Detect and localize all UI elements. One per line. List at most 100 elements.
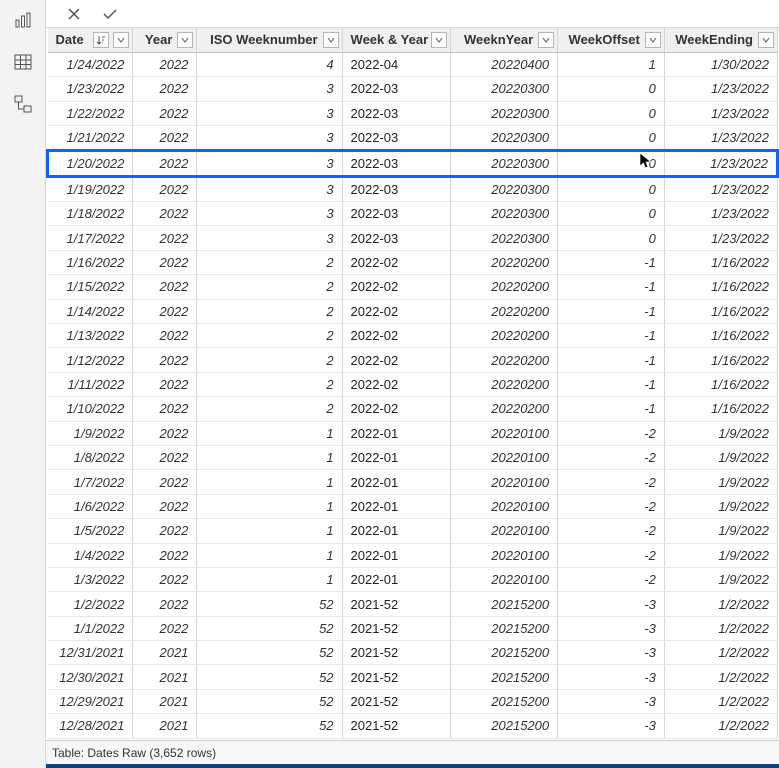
table-row[interactable]: 12/30/20212021522021-5220215200-31/2/202…: [48, 665, 778, 689]
cell-off[interactable]: 0: [558, 151, 665, 177]
column-filter-button[interactable]: [113, 32, 129, 48]
cell-year[interactable]: 2022: [133, 397, 197, 421]
cell-we[interactable]: 1/9/2022: [664, 543, 777, 567]
cell-date[interactable]: 12/28/2021: [48, 714, 133, 738]
cell-we[interactable]: 1/16/2022: [664, 348, 777, 372]
cell-date[interactable]: 1/5/2022: [48, 519, 133, 543]
cell-wny[interactable]: 20215200: [451, 616, 558, 640]
cell-date[interactable]: 12/29/2021: [48, 689, 133, 713]
cell-year[interactable]: 2022: [133, 226, 197, 250]
cell-wy[interactable]: 2021-52: [342, 641, 451, 665]
cell-off[interactable]: -1: [558, 275, 665, 299]
table-row[interactable]: 1/17/2022202232022-032022030001/23/2022: [48, 226, 778, 250]
cell-wy[interactable]: 2021-52: [342, 616, 451, 640]
cell-year[interactable]: 2022: [133, 202, 197, 226]
cell-wy[interactable]: 2022-02: [342, 324, 451, 348]
cell-off[interactable]: -2: [558, 543, 665, 567]
column-filter-button[interactable]: [177, 32, 193, 48]
cell-iso[interactable]: 3: [197, 202, 342, 226]
cell-off[interactable]: 0: [558, 177, 665, 202]
cell-off[interactable]: 1: [558, 52, 665, 76]
cell-we[interactable]: 1/23/2022: [664, 177, 777, 202]
cell-year[interactable]: 2021: [133, 665, 197, 689]
cell-wy[interactable]: 2022-03: [342, 177, 451, 202]
cell-wy[interactable]: 2022-01: [342, 543, 451, 567]
column-header-off[interactable]: WeekOffset: [558, 28, 665, 52]
cell-wy[interactable]: 2022-02: [342, 348, 451, 372]
cell-year[interactable]: 2022: [133, 126, 197, 151]
cell-we[interactable]: 1/16/2022: [664, 372, 777, 396]
cell-date[interactable]: 12/31/2021: [48, 641, 133, 665]
cell-wny[interactable]: 20220400: [451, 52, 558, 76]
cell-wy[interactable]: 2022-03: [342, 77, 451, 101]
cell-wny[interactable]: 20220100: [451, 470, 558, 494]
cell-year[interactable]: 2021: [133, 641, 197, 665]
cell-wy[interactable]: 2022-03: [342, 101, 451, 125]
cell-date[interactable]: 1/6/2022: [48, 494, 133, 518]
cell-off[interactable]: -2: [558, 519, 665, 543]
cell-date[interactable]: 1/14/2022: [48, 299, 133, 323]
table-row[interactable]: 1/6/2022202212022-0120220100-21/9/2022: [48, 494, 778, 518]
cell-wny[interactable]: 20215200: [451, 641, 558, 665]
cell-we[interactable]: 1/9/2022: [664, 421, 777, 445]
cell-year[interactable]: 2022: [133, 494, 197, 518]
cell-date[interactable]: 1/23/2022: [48, 77, 133, 101]
cell-wny[interactable]: 20220100: [451, 494, 558, 518]
cell-wy[interactable]: 2022-03: [342, 151, 451, 177]
cell-date[interactable]: 1/20/2022: [48, 151, 133, 177]
table-row[interactable]: 1/24/2022202242022-042022040011/30/2022: [48, 52, 778, 76]
cell-wny[interactable]: 20215200: [451, 714, 558, 738]
cell-year[interactable]: 2022: [133, 421, 197, 445]
column-header-wy[interactable]: Week & Year: [342, 28, 451, 52]
cell-wy[interactable]: 2021-52: [342, 592, 451, 616]
cell-year[interactable]: 2022: [133, 567, 197, 591]
cell-date[interactable]: 1/16/2022: [48, 250, 133, 274]
column-header-wny[interactable]: WeeknYear: [451, 28, 558, 52]
cell-wy[interactable]: 2022-02: [342, 299, 451, 323]
cell-off[interactable]: -1: [558, 250, 665, 274]
cell-wny[interactable]: 20215200: [451, 592, 558, 616]
cell-wy[interactable]: 2022-03: [342, 126, 451, 151]
cell-iso[interactable]: 1: [197, 470, 342, 494]
table-row[interactable]: 1/1/20222022522021-5220215200-31/2/2022: [48, 616, 778, 640]
cell-iso[interactable]: 52: [197, 665, 342, 689]
cell-year[interactable]: 2022: [133, 592, 197, 616]
cell-we[interactable]: 1/2/2022: [664, 616, 777, 640]
cell-year[interactable]: 2021: [133, 714, 197, 738]
table-row[interactable]: 1/16/2022202222022-0220220200-11/16/2022: [48, 250, 778, 274]
cell-year[interactable]: 2022: [133, 101, 197, 125]
cell-year[interactable]: 2022: [133, 372, 197, 396]
cell-iso[interactable]: 3: [197, 226, 342, 250]
column-filter-button[interactable]: [323, 32, 339, 48]
cell-we[interactable]: 1/23/2022: [664, 126, 777, 151]
cell-we[interactable]: 1/2/2022: [664, 592, 777, 616]
cell-year[interactable]: 2022: [133, 324, 197, 348]
cell-date[interactable]: 1/24/2022: [48, 52, 133, 76]
cell-we[interactable]: 1/16/2022: [664, 250, 777, 274]
cell-wny[interactable]: 20220200: [451, 250, 558, 274]
cell-iso[interactable]: 52: [197, 714, 342, 738]
cell-iso[interactable]: 52: [197, 641, 342, 665]
cell-off[interactable]: -3: [558, 714, 665, 738]
cell-off[interactable]: 0: [558, 226, 665, 250]
table-row[interactable]: 1/18/2022202232022-032022030001/23/2022: [48, 202, 778, 226]
cell-iso[interactable]: 1: [197, 543, 342, 567]
cell-wy[interactable]: 2022-01: [342, 494, 451, 518]
cell-off[interactable]: -3: [558, 592, 665, 616]
cell-off[interactable]: -2: [558, 421, 665, 445]
cell-we[interactable]: 1/16/2022: [664, 275, 777, 299]
cell-we[interactable]: 1/9/2022: [664, 567, 777, 591]
cell-wy[interactable]: 2022-01: [342, 421, 451, 445]
report-view-button[interactable]: [11, 8, 35, 32]
cell-year[interactable]: 2022: [133, 177, 197, 202]
cell-iso[interactable]: 1: [197, 445, 342, 469]
cell-wy[interactable]: 2021-52: [342, 689, 451, 713]
cell-date[interactable]: 1/12/2022: [48, 348, 133, 372]
cell-wy[interactable]: 2022-03: [342, 202, 451, 226]
cancel-button[interactable]: [64, 4, 84, 24]
cell-wny[interactable]: 20220200: [451, 299, 558, 323]
cell-wy[interactable]: 2022-02: [342, 372, 451, 396]
table-row[interactable]: 1/22/2022202232022-032022030001/23/2022: [48, 101, 778, 125]
cell-date[interactable]: 1/10/2022: [48, 397, 133, 421]
cell-off[interactable]: -3: [558, 665, 665, 689]
